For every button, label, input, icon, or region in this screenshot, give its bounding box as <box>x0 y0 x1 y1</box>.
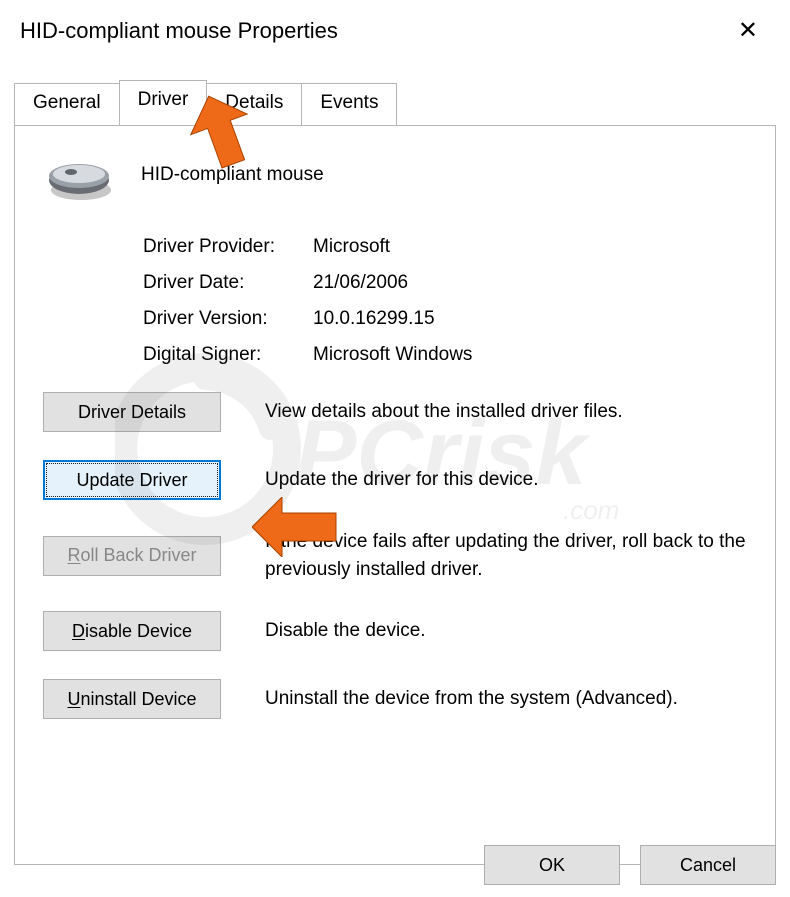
roll-back-driver-button: Roll Back Driver <box>43 536 221 576</box>
button-label: Disable Device <box>72 621 192 642</box>
button-label: OK <box>539 855 565 876</box>
update-driver-desc: Update the driver for this device. <box>265 466 747 494</box>
button-label: Update Driver <box>76 470 187 491</box>
arrow-icon <box>185 94 257 184</box>
date-label: Driver Date: <box>143 272 313 294</box>
provider-label: Driver Provider: <box>143 236 313 258</box>
disable-desc: Disable the device. <box>265 617 747 645</box>
signer-label: Digital Signer: <box>143 344 313 366</box>
driver-details-button[interactable]: Driver Details <box>43 392 221 432</box>
driver-panel: HID-compliant mouse Driver Provider: Mic… <box>14 125 776 865</box>
tab-strip: General Driver Details Events <box>14 83 790 126</box>
version-value: 10.0.16299.15 <box>313 308 435 330</box>
tab-general[interactable]: General <box>14 83 120 126</box>
tab-events[interactable]: Events <box>301 83 397 126</box>
button-label: Driver Details <box>78 402 186 423</box>
uninstall-desc: Uninstall the device from the system (Ad… <box>265 685 747 713</box>
ok-button[interactable]: OK <box>484 845 620 885</box>
provider-value: Microsoft <box>313 236 390 258</box>
uninstall-device-button[interactable]: Uninstall Device <box>43 679 221 719</box>
driver-details-desc: View details about the installed driver … <box>265 398 747 426</box>
arrow-icon <box>252 497 342 557</box>
update-driver-button[interactable]: Update Driver <box>43 460 221 500</box>
close-icon[interactable]: ✕ <box>728 10 768 51</box>
button-label: Cancel <box>680 855 736 876</box>
signer-value: Microsoft Windows <box>313 344 472 366</box>
date-value: 21/06/2006 <box>313 272 408 294</box>
mouse-icon <box>43 148 117 202</box>
version-label: Driver Version: <box>143 308 313 330</box>
cancel-button[interactable]: Cancel <box>640 845 776 885</box>
window-title: HID-compliant mouse Properties <box>20 18 338 44</box>
button-label: Uninstall Device <box>67 689 196 710</box>
disable-device-button[interactable]: Disable Device <box>43 611 221 651</box>
button-label: Roll Back Driver <box>67 545 196 566</box>
